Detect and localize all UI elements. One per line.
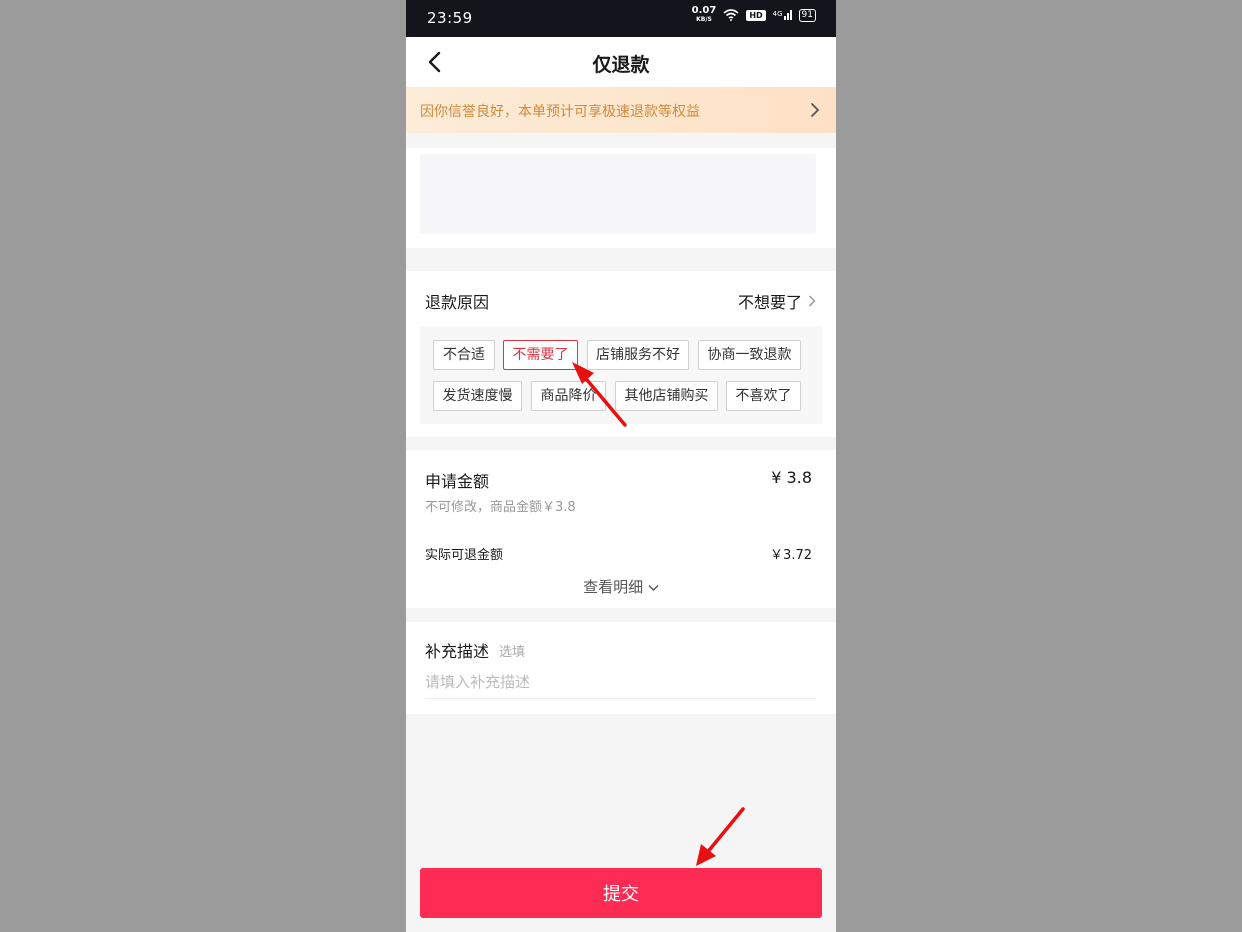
annotation-arrow-overlay [572,362,745,866]
annotation-arrow [580,372,627,427]
annotation-arrow [704,807,745,856]
annotation-arrowhead [572,362,594,384]
